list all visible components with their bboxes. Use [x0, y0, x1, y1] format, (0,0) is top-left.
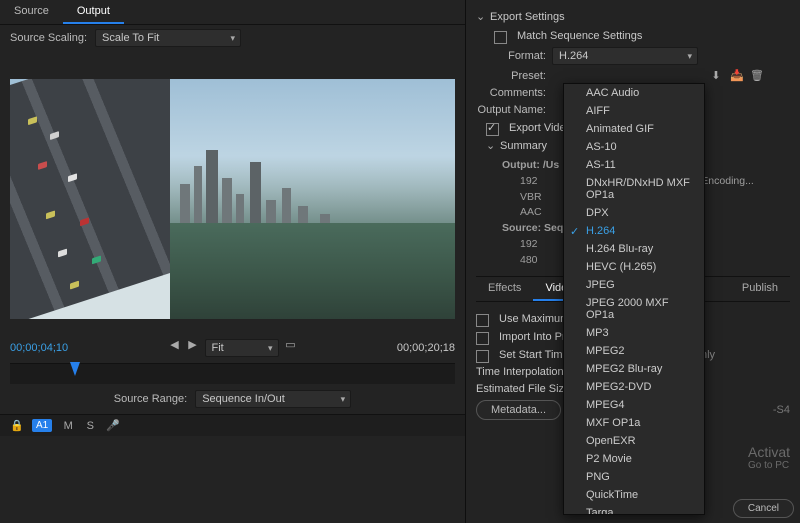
in-point-icon[interactable]: ◀ [169, 339, 181, 351]
format-option[interactable]: QuickTime [564, 486, 704, 504]
current-timecode[interactable]: 00;00;04;10 [10, 342, 68, 354]
format-option[interactable]: MPEG2-DVD [564, 378, 704, 396]
import-proj-checkbox[interactable] [476, 332, 489, 345]
scrub-bar[interactable] [10, 363, 455, 384]
tab-source[interactable]: Source [0, 0, 63, 24]
format-option[interactable]: P2 Movie [564, 450, 704, 468]
format-option[interactable]: MPEG2 [564, 342, 704, 360]
format-option[interactable]: AAC Audio [564, 84, 704, 102]
format-option[interactable]: MP3 [564, 324, 704, 342]
playhead[interactable] [70, 362, 80, 376]
audio-track-badge[interactable]: A1 [32, 419, 52, 432]
format-option[interactable]: AS-10 [564, 138, 704, 156]
bottom-toolbar: 🔒 A1 M S 🎤 [0, 414, 465, 436]
source-scaling-label: Source Scaling: [10, 32, 87, 44]
format-option[interactable]: DPX [564, 204, 704, 222]
trash-icon[interactable]: 🗑 [750, 70, 762, 82]
format-option[interactable]: MXF OP1a [564, 414, 704, 432]
format-option[interactable]: H.264 Blu-ray [564, 240, 704, 258]
windows-watermark: Activat Go to PC [748, 444, 790, 471]
output-name-label: Output Name: [476, 104, 546, 116]
left-tabs: Source Output [0, 0, 465, 25]
lock-icon[interactable]: 🔒 [10, 420, 22, 432]
use-max-checkbox[interactable] [476, 314, 489, 327]
zoom-fit-select[interactable]: Fit [205, 339, 279, 357]
time-interp-label: Time Interpolation: [476, 366, 567, 378]
mic-icon[interactable]: 🎤 [106, 420, 118, 432]
tab-effects[interactable]: Effects [476, 277, 533, 301]
format-option[interactable]: AS-11 [564, 156, 704, 174]
chevron-down-icon: ⌄ [476, 10, 484, 23]
download-icon[interactable]: ⬇ [710, 70, 722, 82]
source-scaling-select[interactable]: Scale To Fit [95, 29, 241, 47]
tab-publish[interactable]: Publish [730, 277, 790, 301]
metadata-button[interactable]: Metadata... [476, 400, 561, 420]
cancel-button-ghost[interactable]: Cancel [733, 502, 794, 515]
source-range-label: Source Range: [114, 393, 187, 405]
format-option[interactable]: PNG [564, 468, 704, 486]
aspect-icon[interactable]: ▭ [285, 339, 297, 351]
end-timecode: 00;00;20;18 [397, 342, 455, 354]
import-icon[interactable]: 📥 [730, 70, 742, 82]
est-size-label: Estimated File Size: [476, 383, 573, 395]
format-option[interactable]: MPEG4 [564, 396, 704, 414]
format-option[interactable]: Targa [564, 504, 704, 515]
format-dropdown[interactable]: AAC AudioAIFFAnimated GIFAS-10AS-11DNxHR… [563, 83, 705, 515]
s4-text: -S4 [773, 404, 790, 416]
export-settings-title: Export Settings [490, 11, 565, 23]
out-point-icon[interactable]: ▶ [187, 339, 199, 351]
chevron-down-icon: ⌄ [486, 139, 494, 152]
format-option[interactable]: Animated GIF [564, 120, 704, 138]
export-settings-header[interactable]: ⌄ Export Settings [476, 10, 790, 23]
format-option[interactable]: HEVC (H.265) [564, 258, 704, 276]
set-start-checkbox[interactable] [476, 350, 489, 363]
format-option[interactable]: JPEG [564, 276, 704, 294]
s-icon[interactable]: S [84, 420, 96, 432]
m-icon[interactable]: M [62, 420, 74, 432]
format-option[interactable]: DNxHR/DNxHD MXF OP1a [564, 174, 704, 204]
format-option[interactable]: MPEG2 Blu-ray [564, 360, 704, 378]
summary-title: Summary [500, 140, 547, 152]
video-preview[interactable] [10, 79, 455, 319]
comments-label: Comments: [476, 87, 546, 99]
export-video-checkbox[interactable] [486, 123, 499, 136]
source-range-select[interactable]: Sequence In/Out [195, 390, 351, 408]
format-option[interactable]: AIFF [564, 102, 704, 120]
format-option[interactable]: OpenEXR [564, 432, 704, 450]
format-label: Format: [476, 50, 546, 62]
format-option[interactable]: H.264 [564, 222, 704, 240]
preset-label: Preset: [476, 70, 546, 82]
match-sequence-label: Match Sequence Settings [517, 30, 642, 42]
format-select[interactable]: H.264 [552, 47, 698, 65]
tab-output[interactable]: Output [63, 0, 124, 24]
match-sequence-checkbox[interactable] [494, 31, 507, 44]
format-option[interactable]: JPEG 2000 MXF OP1a [564, 294, 704, 324]
